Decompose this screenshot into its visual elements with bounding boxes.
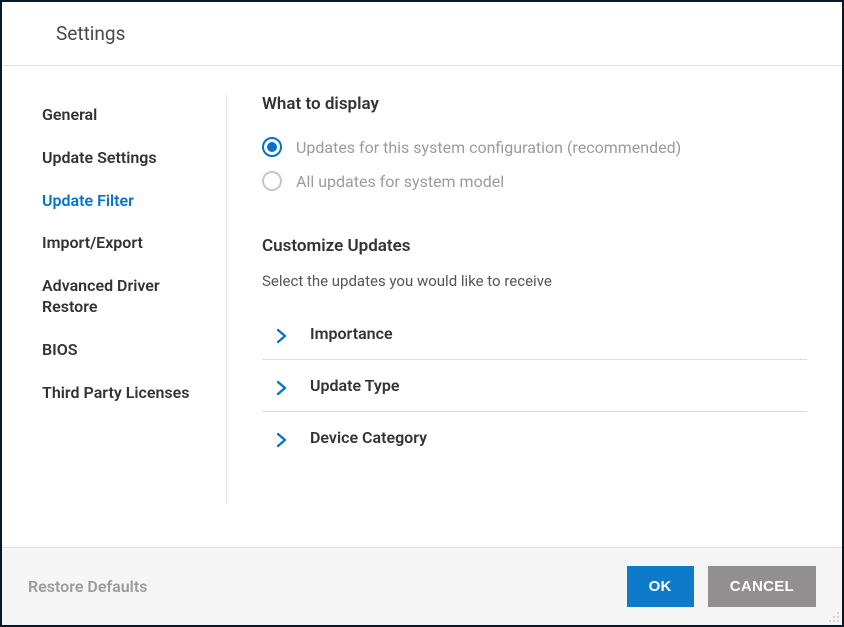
sidebar-item-update-filter[interactable]: Update Filter [42,180,226,223]
chevron-right-icon [276,432,288,444]
sidebar-item-bios[interactable]: BIOS [42,329,226,372]
what-to-display-title: What to display [262,94,807,114]
sidebar-item-advanced-driver-restore[interactable]: Advanced Driver Restore [42,265,226,329]
accordion-update-type[interactable]: Update Type [262,360,807,412]
dialog-header: Settings [2,2,842,66]
sidebar-item-third-party-licenses[interactable]: Third Party Licenses [42,372,226,415]
radio-icon [262,137,282,157]
accordion-label: Device Category [310,428,427,447]
sidebar-item-update-settings[interactable]: Update Settings [42,137,226,180]
customize-updates-subtext: Select the updates you would like to rec… [262,272,807,290]
sidebar-item-general[interactable]: General [42,94,226,137]
display-radio-group: Updates for this system configuration (r… [262,130,807,198]
radio-label: Updates for this system configuration (r… [296,138,681,157]
dialog-title: Settings [56,22,842,45]
radio-label: All updates for system model [296,172,504,191]
sidebar-item-import-export[interactable]: Import/Export [42,222,226,265]
radio-option-recommended[interactable]: Updates for this system configuration (r… [262,130,807,164]
ok-button[interactable]: OK [627,566,694,607]
radio-icon [262,171,282,191]
resize-grip-icon[interactable] [828,611,840,623]
customize-updates-title: Customize Updates [262,236,807,256]
cancel-button[interactable]: CANCEL [708,566,816,607]
sidebar: General Update Settings Update Filter Im… [2,94,227,504]
dialog-body: General Update Settings Update Filter Im… [2,66,842,547]
dialog-footer: Restore Defaults OK CANCEL [2,547,842,625]
main-panel: What to display Updates for this system … [227,94,842,547]
chevron-right-icon [276,328,288,340]
footer-buttons: OK CANCEL [627,566,816,607]
accordion-label: Importance [310,324,393,343]
accordion-label: Update Type [310,376,399,395]
chevron-right-icon [276,380,288,392]
radio-option-all-updates[interactable]: All updates for system model [262,164,807,198]
accordion-device-category[interactable]: Device Category [262,412,807,463]
accordion-importance[interactable]: Importance [262,308,807,360]
restore-defaults-link[interactable]: Restore Defaults [28,577,147,596]
